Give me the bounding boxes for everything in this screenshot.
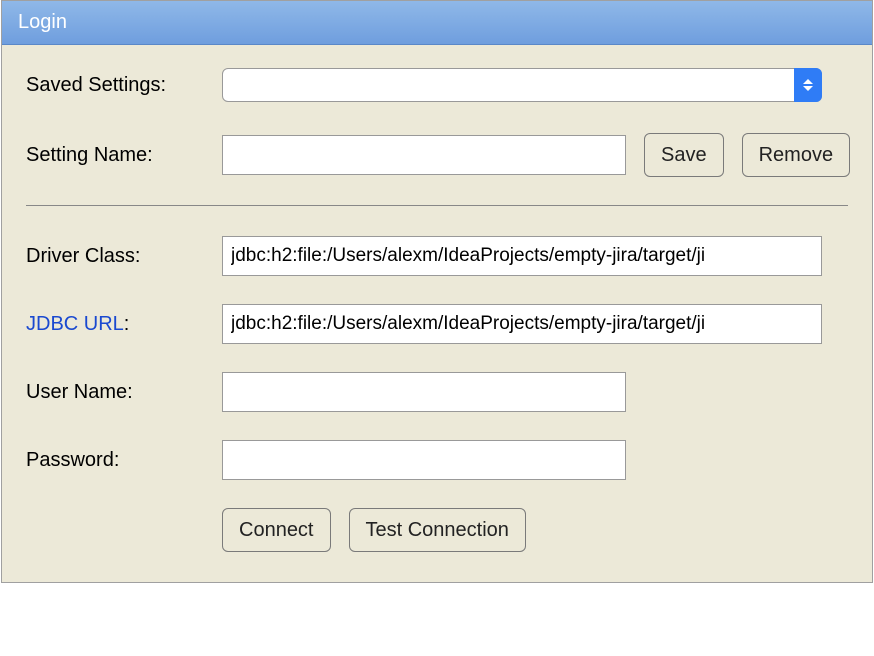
user-name-input[interactable]	[222, 372, 626, 412]
row-setting-name: Setting Name: Save Remove	[26, 133, 848, 177]
label-driver-class: Driver Class:	[26, 245, 222, 268]
row-jdbc-url: JDBC URL:	[26, 304, 848, 344]
jdbc-url-input[interactable]	[222, 304, 822, 344]
jdbc-url-colon: :	[124, 313, 130, 335]
row-saved-settings: Saved Settings:	[26, 65, 848, 105]
row-user-name: User Name:	[26, 372, 848, 412]
password-input[interactable]	[222, 440, 626, 480]
row-password: Password:	[26, 440, 848, 480]
saved-settings-select[interactable]	[222, 68, 822, 102]
row-actions: Connect Test Connection	[26, 508, 848, 552]
setting-name-input[interactable]	[222, 135, 626, 175]
divider	[26, 205, 848, 206]
panel-title: Login	[18, 11, 67, 33]
login-panel: Login Saved Settings: Setting Name: Save…	[1, 0, 873, 583]
panel-content: Saved Settings: Setting Name: Save Remov…	[2, 45, 872, 582]
label-user-name: User Name:	[26, 381, 222, 404]
label-jdbc-url: JDBC URL:	[26, 313, 222, 336]
driver-class-input[interactable]	[222, 236, 822, 276]
row-driver-class: Driver Class:	[26, 236, 848, 276]
connect-button[interactable]: Connect	[222, 508, 331, 552]
test-connection-button[interactable]: Test Connection	[349, 508, 526, 552]
remove-button[interactable]: Remove	[742, 133, 850, 177]
label-saved-settings: Saved Settings:	[26, 74, 222, 97]
label-password: Password:	[26, 449, 222, 472]
save-button[interactable]: Save	[644, 133, 724, 177]
jdbc-url-link[interactable]: JDBC URL	[26, 313, 124, 335]
label-setting-name: Setting Name:	[26, 144, 222, 167]
titlebar: Login	[2, 1, 872, 45]
